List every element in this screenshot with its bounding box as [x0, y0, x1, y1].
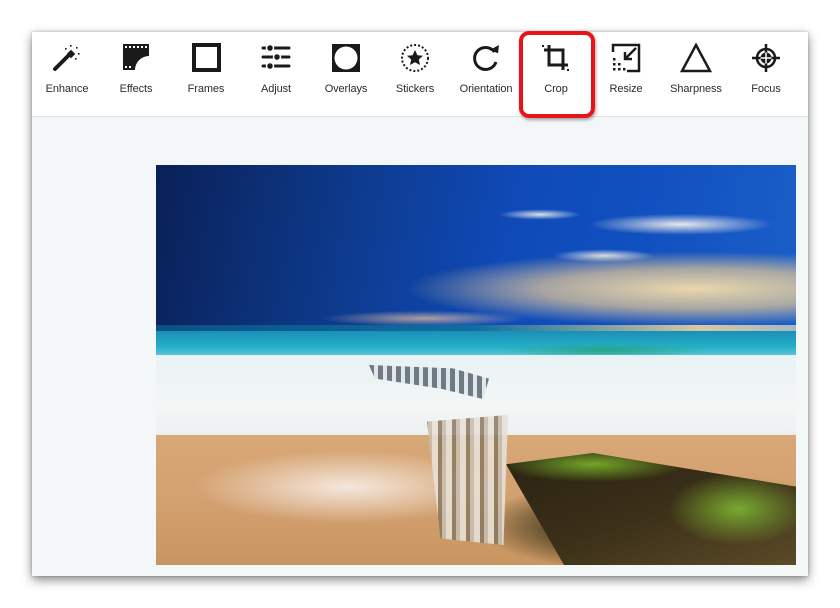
tool-label: Crop: [544, 83, 568, 95]
tool-orientation[interactable]: Orientation: [451, 32, 521, 117]
triangle-icon: [680, 42, 712, 74]
magic-wand-icon: [51, 42, 83, 74]
tool-label: Focus: [751, 83, 781, 95]
square-frame-icon: [190, 42, 222, 74]
tool-enhance[interactable]: Enhance: [32, 32, 102, 117]
tool-frames[interactable]: Frames: [171, 32, 241, 117]
tool-label: Effects: [119, 83, 153, 95]
tool-label: Adjust: [261, 83, 291, 95]
tool-label: Resize: [609, 83, 643, 95]
tool-label: Overlays: [324, 83, 368, 95]
crosshair-icon: [750, 42, 782, 74]
tool-label: Orientation: [459, 83, 513, 95]
tool-label: Sharpness: [670, 83, 722, 95]
tool-label: Frames: [187, 83, 225, 95]
tool-overlays[interactable]: Overlays: [311, 32, 381, 117]
overlay-circle-icon: [330, 42, 362, 74]
sliders-icon: [260, 42, 292, 74]
photo-sky: [156, 165, 796, 330]
tool-label: Enhance: [45, 83, 89, 95]
rotate-icon: [470, 42, 502, 74]
film-strip-icon: [120, 42, 152, 74]
tool-crop[interactable]: Crop: [519, 31, 595, 118]
star-sticker-icon: [399, 42, 431, 74]
crop-icon: [540, 42, 572, 74]
toolbar: Enhance Effects Frames Adjust Overlays S…: [32, 31, 808, 118]
tool-adjust[interactable]: Adjust: [241, 32, 311, 117]
tool-resize[interactable]: Resize: [591, 32, 661, 117]
tool-effects[interactable]: Effects: [101, 32, 171, 117]
canvas-area: [32, 118, 808, 576]
photo-editor-window: Enhance Effects Frames Adjust Overlays S…: [32, 31, 808, 576]
tool-label: Stickers: [395, 83, 435, 95]
tool-stickers[interactable]: Stickers: [380, 32, 450, 117]
resize-icon: [610, 42, 642, 74]
tool-sharpness[interactable]: Sharpness: [661, 32, 731, 117]
photo-canvas[interactable]: [156, 165, 796, 565]
tool-focus[interactable]: Focus: [731, 32, 801, 117]
